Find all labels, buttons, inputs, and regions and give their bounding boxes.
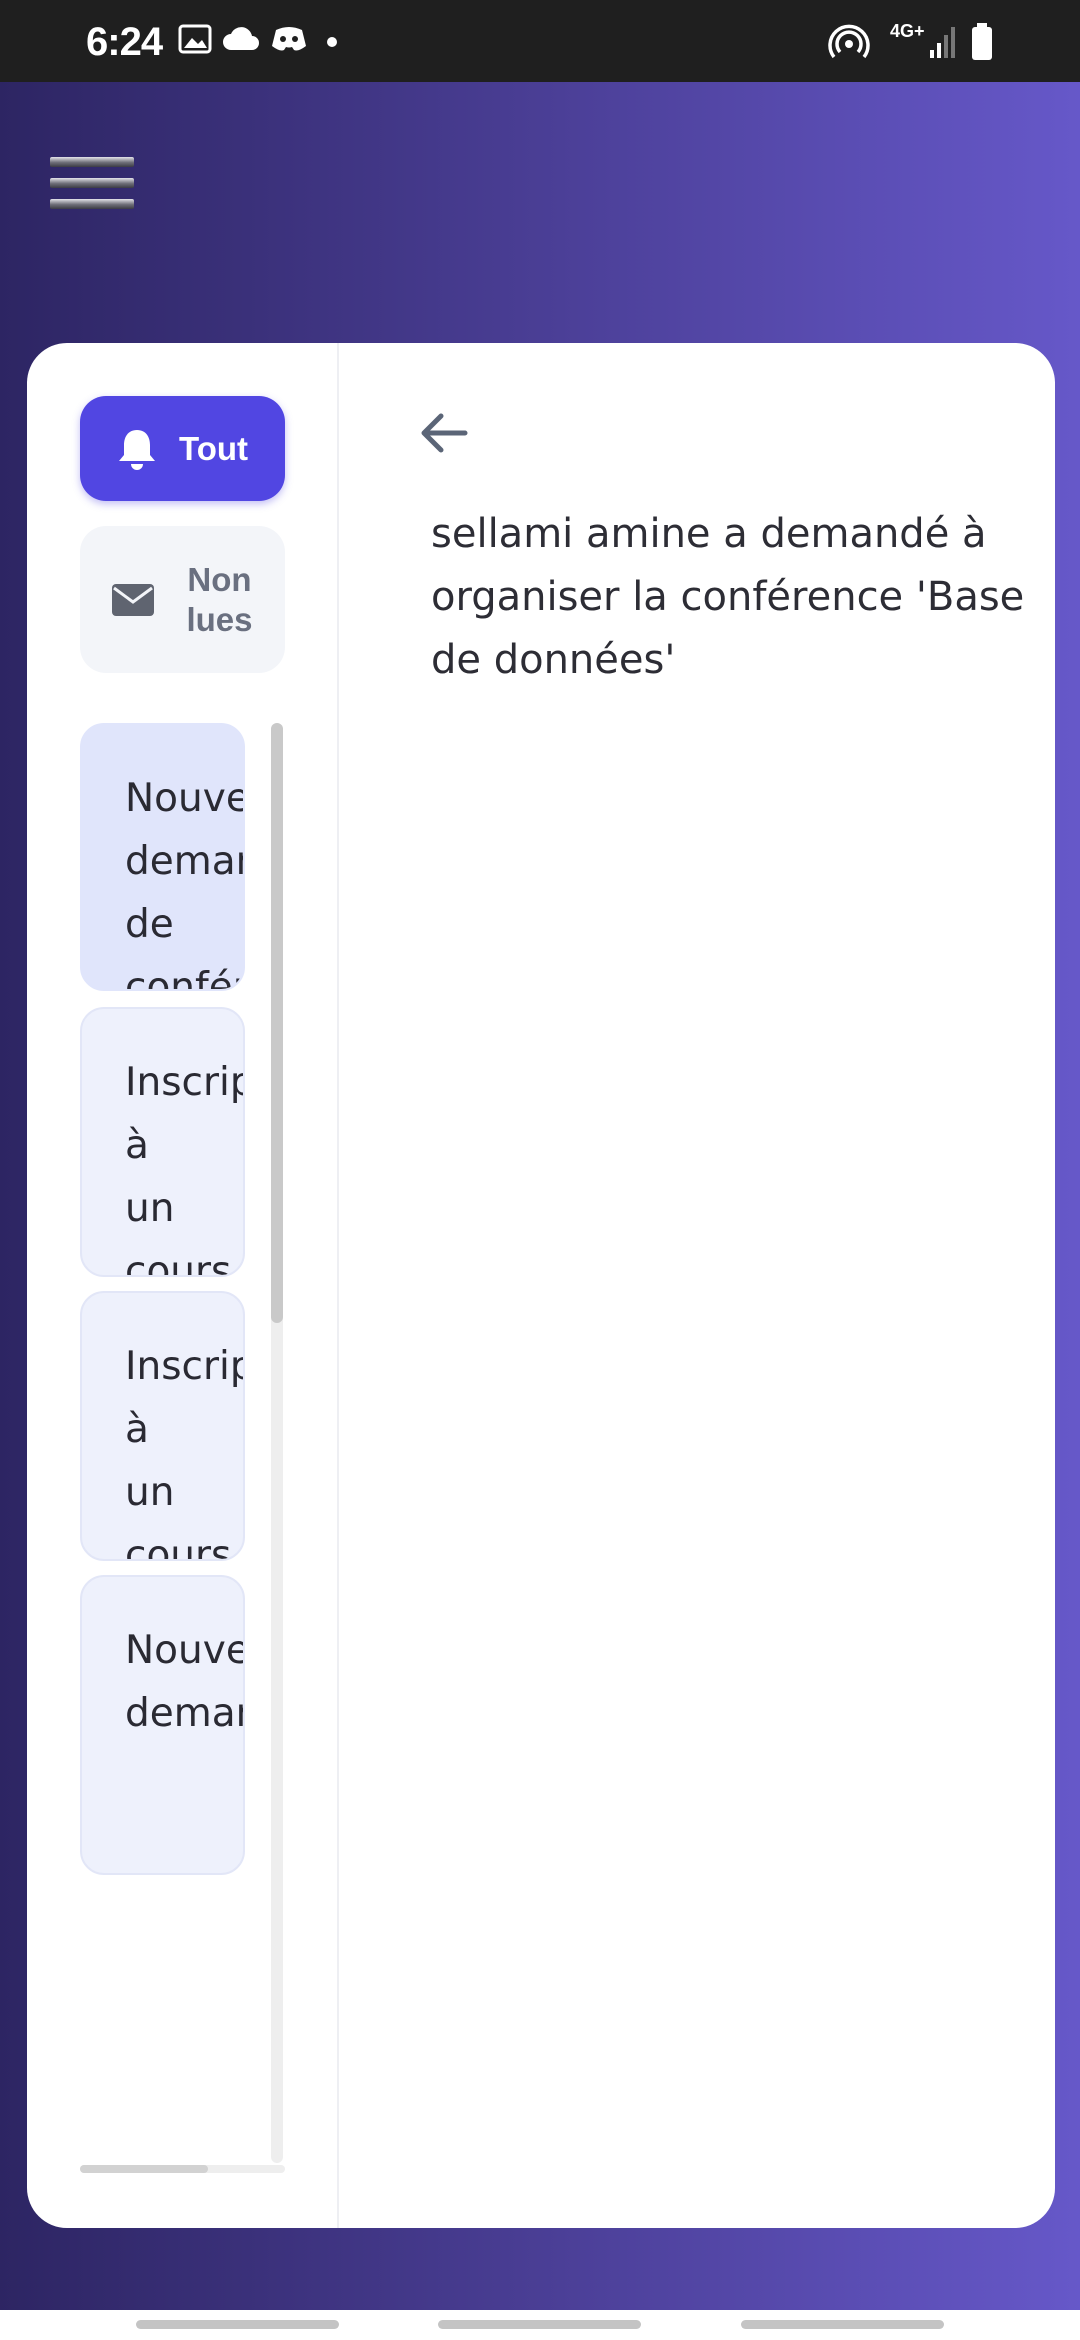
bell-icon [118,429,155,470]
discord-icon [272,27,306,51]
dot-icon [327,37,337,47]
notification-detail: sellami amine a demandé à organiser la c… [339,343,1055,2228]
nav-back-button[interactable] [741,2320,944,2329]
nav-recents-button[interactable] [136,2320,339,2329]
notifications-card: Tout Non lues Nouvel deman de confére 05… [27,343,1055,2228]
notification-text: Nouvel deman [125,1628,243,1736]
menu-bar-line [50,178,134,188]
menu-bar-line [50,199,134,209]
vertical-scrollbar-thumb[interactable] [271,723,283,1323]
filter-unread-label: Non lues [186,560,253,638]
status-bar: 6:24 4G+ [0,0,1080,82]
filter-unread-button[interactable]: Non lues [80,526,285,673]
battery-icon [972,23,992,60]
nav-home-button[interactable] [438,2320,641,2329]
arrow-left-icon[interactable] [409,398,479,468]
hotspot-icon [828,24,870,59]
system-navigation-bar [0,2310,1080,2340]
notification-text: Inscript à un cours 00:29:15 [125,1060,243,1277]
notification-item[interactable]: Nouvel deman [80,1575,245,1875]
cloud-icon [223,27,259,50]
horizontal-scrollbar-thumb[interactable] [80,2165,208,2173]
image-icon [178,24,212,54]
vertical-scrollbar[interactable] [271,723,283,2163]
notification-message: sellami amine a demandé à organiser la c… [431,511,1025,683]
network-type: 4G+ [890,21,925,41]
notification-text: Inscript à un cours 00:24:5 [125,1344,243,1561]
horizontal-scrollbar[interactable] [80,2165,285,2173]
notification-item[interactable]: Nouvel deman de confére 05:03:4 [80,723,245,991]
menu-bar-line [50,157,134,167]
envelope-icon [111,583,154,616]
filter-all-button[interactable]: Tout [80,396,285,501]
notifications-sidebar: Tout Non lues Nouvel deman de confére 05… [27,343,339,2228]
notification-item[interactable]: Inscript à un cours 00:29:15 [80,1007,245,1277]
signal-icon [930,27,955,58]
notification-text: Nouvel deman de confére 05:03:4 [125,776,243,991]
status-time: 6:24 [86,20,163,64]
filter-all-label: Tout [178,429,248,467]
notification-item[interactable]: Inscript à un cours 00:24:5 [80,1291,245,1561]
hamburger-menu-button[interactable] [50,152,136,224]
